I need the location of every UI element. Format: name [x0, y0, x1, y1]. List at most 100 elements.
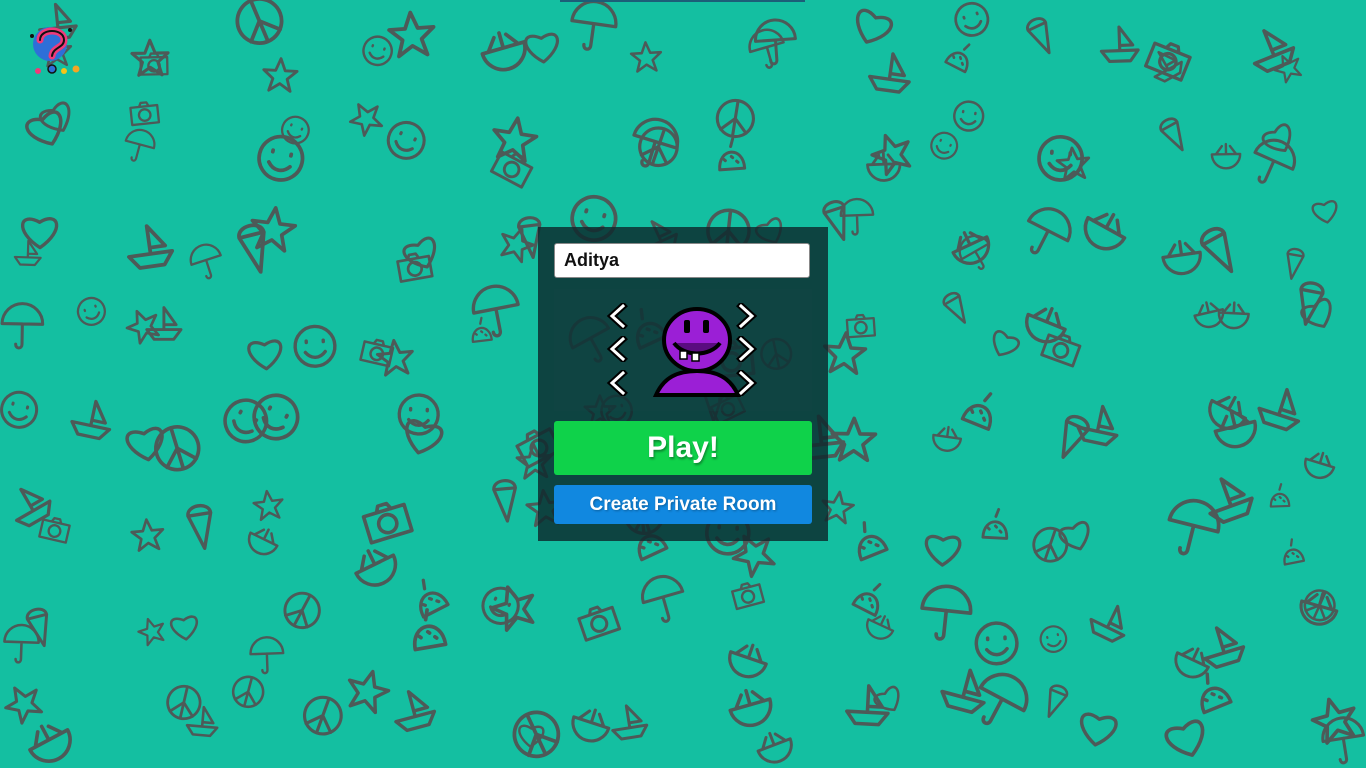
- doodle-shape: [954, 1, 990, 37]
- doodle-shape: [1026, 17, 1051, 55]
- doodle-shape: [845, 313, 877, 339]
- doodle-shape: [855, 8, 894, 44]
- doodle-shape: [1083, 212, 1127, 251]
- doodle-shape: [571, 708, 611, 743]
- doodle-shape: [932, 425, 963, 452]
- doodle-shape: [718, 137, 747, 172]
- doodle-shape: [169, 615, 198, 641]
- doodle-shape: [930, 131, 959, 160]
- avatar-eyes-next-button[interactable]: [734, 303, 758, 329]
- doodle-shape: [362, 35, 393, 67]
- doodle-shape: [1199, 226, 1234, 274]
- doodle-shape: [250, 206, 298, 253]
- doodle-shape: [70, 399, 112, 441]
- doodle-shape: [283, 591, 321, 630]
- doodle-shape: [1099, 25, 1140, 64]
- doodle-shape: [397, 393, 440, 436]
- doodle-shape: [1193, 301, 1225, 329]
- doodle-shape: [512, 710, 561, 759]
- doodle-shape: [845, 684, 890, 727]
- doodle-shape: [38, 516, 71, 544]
- doodle-shape: [1167, 498, 1221, 556]
- avatar-color-prev-button[interactable]: [606, 370, 630, 396]
- doodle-shape: [471, 316, 493, 344]
- doodle-shape: [728, 643, 768, 679]
- doodle-shape: [249, 636, 285, 675]
- doodle-shape: [386, 120, 426, 160]
- doodle-shape: [124, 128, 156, 162]
- doodle-shape: [14, 487, 52, 528]
- doodle-shape: [1164, 719, 1205, 757]
- doodle-shape: [76, 296, 106, 326]
- doodle-shape: [247, 528, 279, 556]
- doodle-shape: [1061, 415, 1090, 459]
- doodle-shape: [347, 669, 391, 715]
- doodle-shape: [1253, 138, 1296, 184]
- doodle-shape: [127, 224, 175, 270]
- doodle-shape: [942, 291, 967, 324]
- doodle-shape: [731, 582, 766, 611]
- doodle-shape: [412, 608, 448, 652]
- doodle-shape: [641, 574, 685, 623]
- doodle-shape: [629, 41, 663, 73]
- doodle-shape: [992, 330, 1020, 357]
- doodle-shape: [185, 705, 219, 738]
- doodle-shape: [822, 331, 868, 376]
- purple-avatar-icon: [652, 307, 742, 397]
- doodle-shape: [235, 0, 284, 45]
- doodle-shape: [293, 324, 337, 368]
- doodle-shape: [137, 617, 165, 647]
- doodle-shape: [868, 52, 911, 94]
- doodle-shape: [1144, 41, 1192, 82]
- doodle-shape: [756, 731, 793, 764]
- doodle-shape: [471, 284, 520, 338]
- doodle-shape: [480, 31, 527, 72]
- doodle-shape: [361, 501, 414, 545]
- doodle-shape: [924, 534, 962, 567]
- doodle-shape: [1299, 281, 1325, 326]
- play-button[interactable]: Play!: [554, 421, 812, 475]
- doodle-shape: [1304, 451, 1336, 480]
- doodle-shape: [186, 504, 213, 550]
- doodle-shape: [1286, 247, 1305, 280]
- doodle-shape: [960, 392, 993, 431]
- doodle-shape: [1159, 117, 1184, 152]
- doodle-shape: [728, 688, 773, 728]
- create-private-room-button[interactable]: Create Private Room: [554, 485, 812, 524]
- doodle-shape: [1032, 526, 1069, 563]
- avatar-color-next-button[interactable]: [734, 370, 758, 396]
- doodle-shape: [920, 584, 973, 641]
- doodle-shape: [1047, 684, 1069, 718]
- avatar-eyes-prev-button[interactable]: [606, 303, 630, 329]
- doodle-shape: [1269, 483, 1291, 508]
- doodle-shape: [129, 101, 161, 127]
- doodle-shape: [1161, 239, 1202, 276]
- doodle-shape: [851, 582, 882, 617]
- player-name-input[interactable]: [554, 243, 810, 278]
- doodle-shape: [130, 518, 165, 552]
- avatar-mouth-next-button[interactable]: [734, 336, 758, 362]
- top-loading-strip: [560, 0, 805, 2]
- doodle-shape: [1208, 477, 1254, 525]
- doodle-shape: [1257, 387, 1301, 432]
- avatar-mouth-prev-button[interactable]: [606, 336, 630, 362]
- doodle-shape: [944, 43, 971, 74]
- doodle-shape: [1210, 142, 1242, 170]
- doodle-shape: [28, 724, 72, 763]
- doodle-shape: [577, 605, 622, 642]
- doodle-shape: [125, 426, 164, 462]
- doodle-shape: [247, 339, 283, 371]
- doodle-shape: [981, 507, 1009, 540]
- doodle-shape: [394, 690, 437, 733]
- login-panel: Play! Create Private Room: [538, 227, 828, 541]
- doodle-shape: [1252, 29, 1296, 74]
- doodle-shape: [0, 390, 39, 429]
- doodle-shape: [500, 227, 536, 264]
- doodle-shape: [748, 28, 785, 69]
- doodle-shape: [1079, 712, 1118, 747]
- question-mark-logo-icon[interactable]: [26, 22, 84, 80]
- doodle-shape: [231, 675, 265, 709]
- doodle-shape: [754, 18, 797, 66]
- doodle-shape: [252, 489, 284, 522]
- avatar-customizer: [554, 289, 812, 411]
